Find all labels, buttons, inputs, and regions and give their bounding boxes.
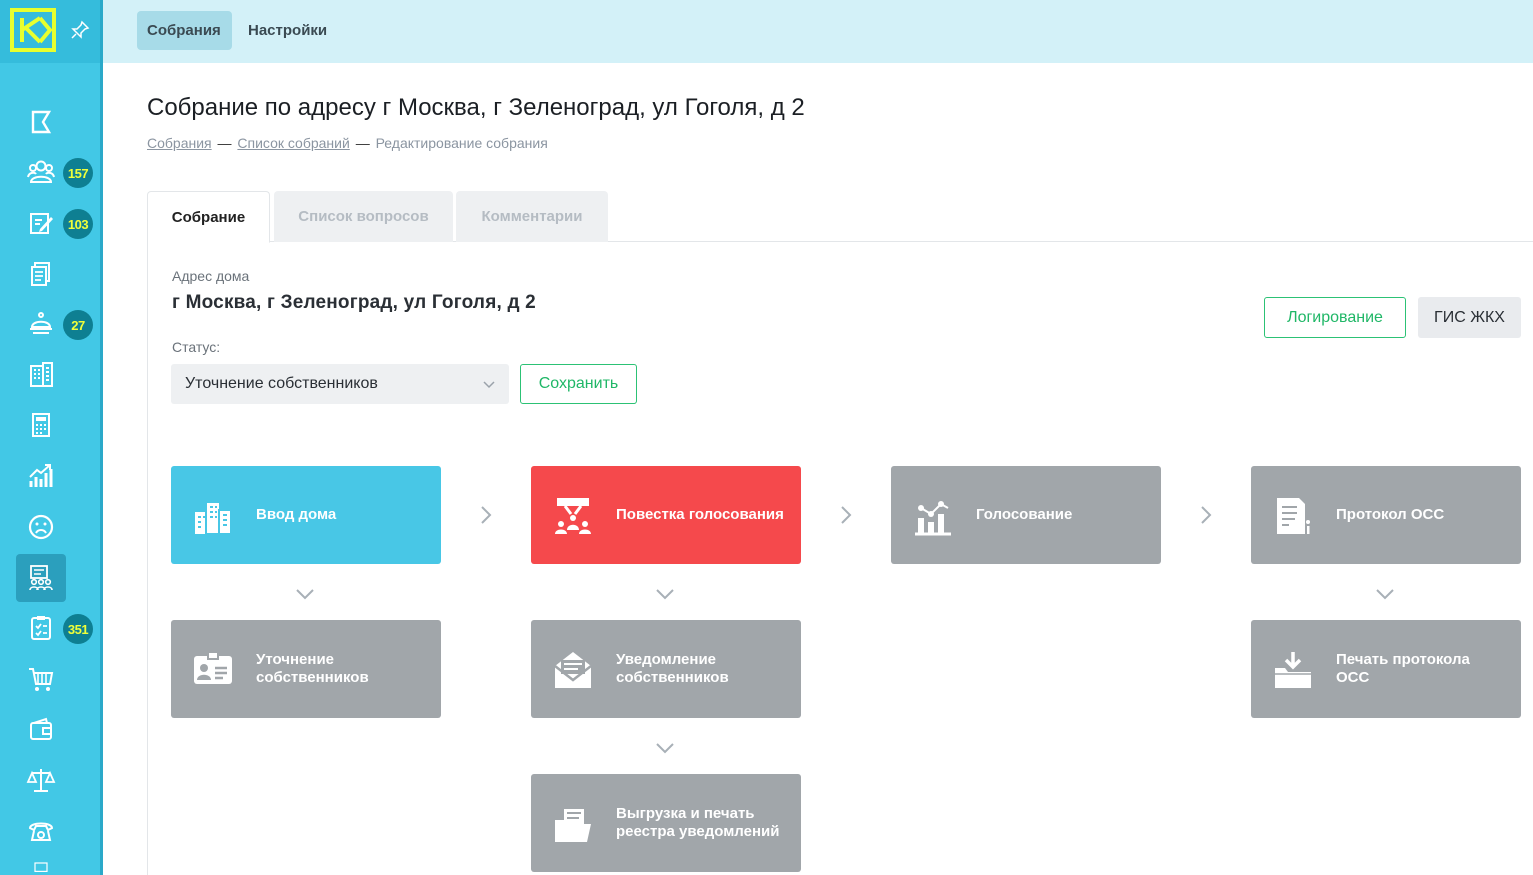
nav-shop[interactable] — [16, 655, 66, 703]
screen-icon — [34, 862, 48, 872]
people-group-icon — [27, 160, 55, 183]
tab-meeting[interactable]: Собрание — [147, 191, 270, 243]
step-agenda[interactable]: Повестка голосования — [531, 466, 801, 564]
edit-document-icon — [30, 213, 53, 234]
pin-icon[interactable] — [70, 20, 90, 40]
step-protocol[interactable]: Протокол ОСС — [1251, 466, 1521, 564]
step-label: Протокол ОСС — [1336, 506, 1445, 523]
top-tab-settings[interactable]: Настройки — [238, 11, 337, 50]
id-card-icon — [194, 651, 232, 684]
nav-meetings[interactable] — [16, 554, 66, 602]
flag-icon — [31, 110, 52, 134]
scales-icon — [26, 769, 56, 792]
buildings-icon — [195, 501, 232, 535]
chevron-right-icon — [1201, 506, 1212, 524]
service-bell-icon — [30, 312, 52, 334]
documents-icon — [31, 262, 50, 286]
breadcrumb-separator: — — [355, 135, 370, 151]
logo-area — [0, 0, 103, 63]
nav-service[interactable] — [16, 300, 66, 348]
edit-badge: 103 — [63, 209, 93, 239]
breadcrumb-current: Редактирование собрания — [375, 135, 548, 151]
tasks-badge: 351 — [63, 614, 93, 644]
nav-phone[interactable] — [16, 807, 66, 855]
step-label: Голосование — [976, 506, 1073, 523]
nav-flag[interactable] — [16, 98, 66, 146]
cart-icon — [29, 668, 54, 691]
address-label: Адрес дома — [172, 268, 250, 284]
nav-calculator[interactable] — [16, 401, 66, 449]
address-value: г Москва, г Зеленоград, ул Гоголя, д 2 — [172, 292, 536, 313]
step-label: Печать протокола ОСС — [1336, 651, 1470, 686]
status-label: Статус: — [172, 339, 221, 355]
checklist-icon — [31, 616, 51, 640]
nav-more[interactable] — [16, 857, 66, 875]
sad-face-icon — [28, 514, 54, 540]
logo-icon[interactable] — [10, 8, 56, 52]
save-button[interactable]: Сохранить — [520, 364, 637, 404]
phone-icon — [28, 822, 54, 841]
page-title: Собрание по адресу г Москва, г Зеленогра… — [147, 94, 805, 121]
step-export-print[interactable]: Выгрузка и печать реестра уведомлений — [531, 774, 801, 872]
sidebar: 157 103 27 351 — [0, 0, 103, 875]
nav-owners[interactable] — [16, 148, 66, 196]
chevron-down-icon — [483, 381, 495, 389]
nav-edit[interactable] — [16, 199, 66, 247]
protocol-document-icon — [1277, 498, 1310, 534]
chevron-down-icon — [1376, 589, 1394, 600]
top-tab-meetings[interactable]: Собрания — [137, 11, 232, 50]
step-house-input[interactable]: Ввод дома — [171, 466, 441, 564]
chevron-down-icon — [656, 743, 674, 754]
download-folder-icon — [1275, 652, 1311, 688]
gis-zhkh-button[interactable]: ГИС ЖКХ — [1418, 297, 1521, 338]
chevron-down-icon — [656, 589, 674, 600]
logging-button[interactable]: Логирование — [1264, 297, 1406, 338]
step-label: Уведомление собственников — [616, 651, 729, 686]
open-folder-icon — [555, 807, 591, 842]
building-icon — [30, 362, 53, 387]
nav-documents[interactable] — [16, 250, 66, 298]
calculator-icon — [32, 413, 50, 437]
content-tabs: Собрание Список вопросов Комментарии — [147, 191, 1533, 243]
step-label: Уточнение собственников — [256, 651, 369, 686]
step-label: Ввод дома — [256, 506, 337, 523]
envelope-icon — [554, 652, 592, 688]
top-bar: Собрания Настройки — [103, 0, 1533, 63]
bar-chart-icon — [915, 501, 951, 536]
presentation-audience-icon — [555, 498, 591, 534]
step-owners-notify[interactable]: Уведомление собственников — [531, 620, 801, 718]
service-badge: 27 — [63, 310, 93, 340]
panel-border — [147, 242, 148, 875]
nav-legal[interactable] — [16, 756, 66, 804]
breadcrumb-separator: — — [217, 135, 232, 151]
step-label: Выгрузка и печать реестра уведомлений — [616, 805, 780, 840]
owners-badge: 157 — [63, 158, 93, 188]
tab-comments[interactable]: Комментарии — [456, 191, 608, 242]
breadcrumb: Собрания — Список собраний — Редактирова… — [147, 135, 548, 151]
status-select-value: Уточнение собственников — [185, 375, 378, 392]
step-label: Повестка голосования — [616, 506, 784, 523]
step-voting[interactable]: Голосование — [891, 466, 1161, 564]
nav-buildings[interactable] — [16, 351, 66, 399]
nav-complaints[interactable] — [16, 503, 66, 551]
nav-analytics[interactable] — [16, 452, 66, 500]
tab-questions[interactable]: Список вопросов — [274, 191, 453, 242]
chevron-right-icon — [481, 506, 492, 524]
chevron-right-icon — [841, 506, 852, 524]
wallet-icon — [30, 717, 52, 740]
step-owners-clarify[interactable]: Уточнение собственников — [171, 620, 441, 718]
nav-tasks[interactable] — [16, 604, 66, 652]
step-protocol-print[interactable]: Печать протокола ОСС — [1251, 620, 1521, 718]
breadcrumb-meetings-link[interactable]: Собрания — [147, 135, 212, 151]
chevron-down-icon — [296, 589, 314, 600]
chart-growth-icon — [29, 464, 53, 487]
nav-wallet[interactable] — [16, 706, 66, 754]
breadcrumb-meetings-list-link[interactable]: Список собраний — [237, 135, 349, 151]
status-select[interactable]: Уточнение собственников — [171, 364, 509, 404]
meeting-icon — [29, 565, 53, 591]
